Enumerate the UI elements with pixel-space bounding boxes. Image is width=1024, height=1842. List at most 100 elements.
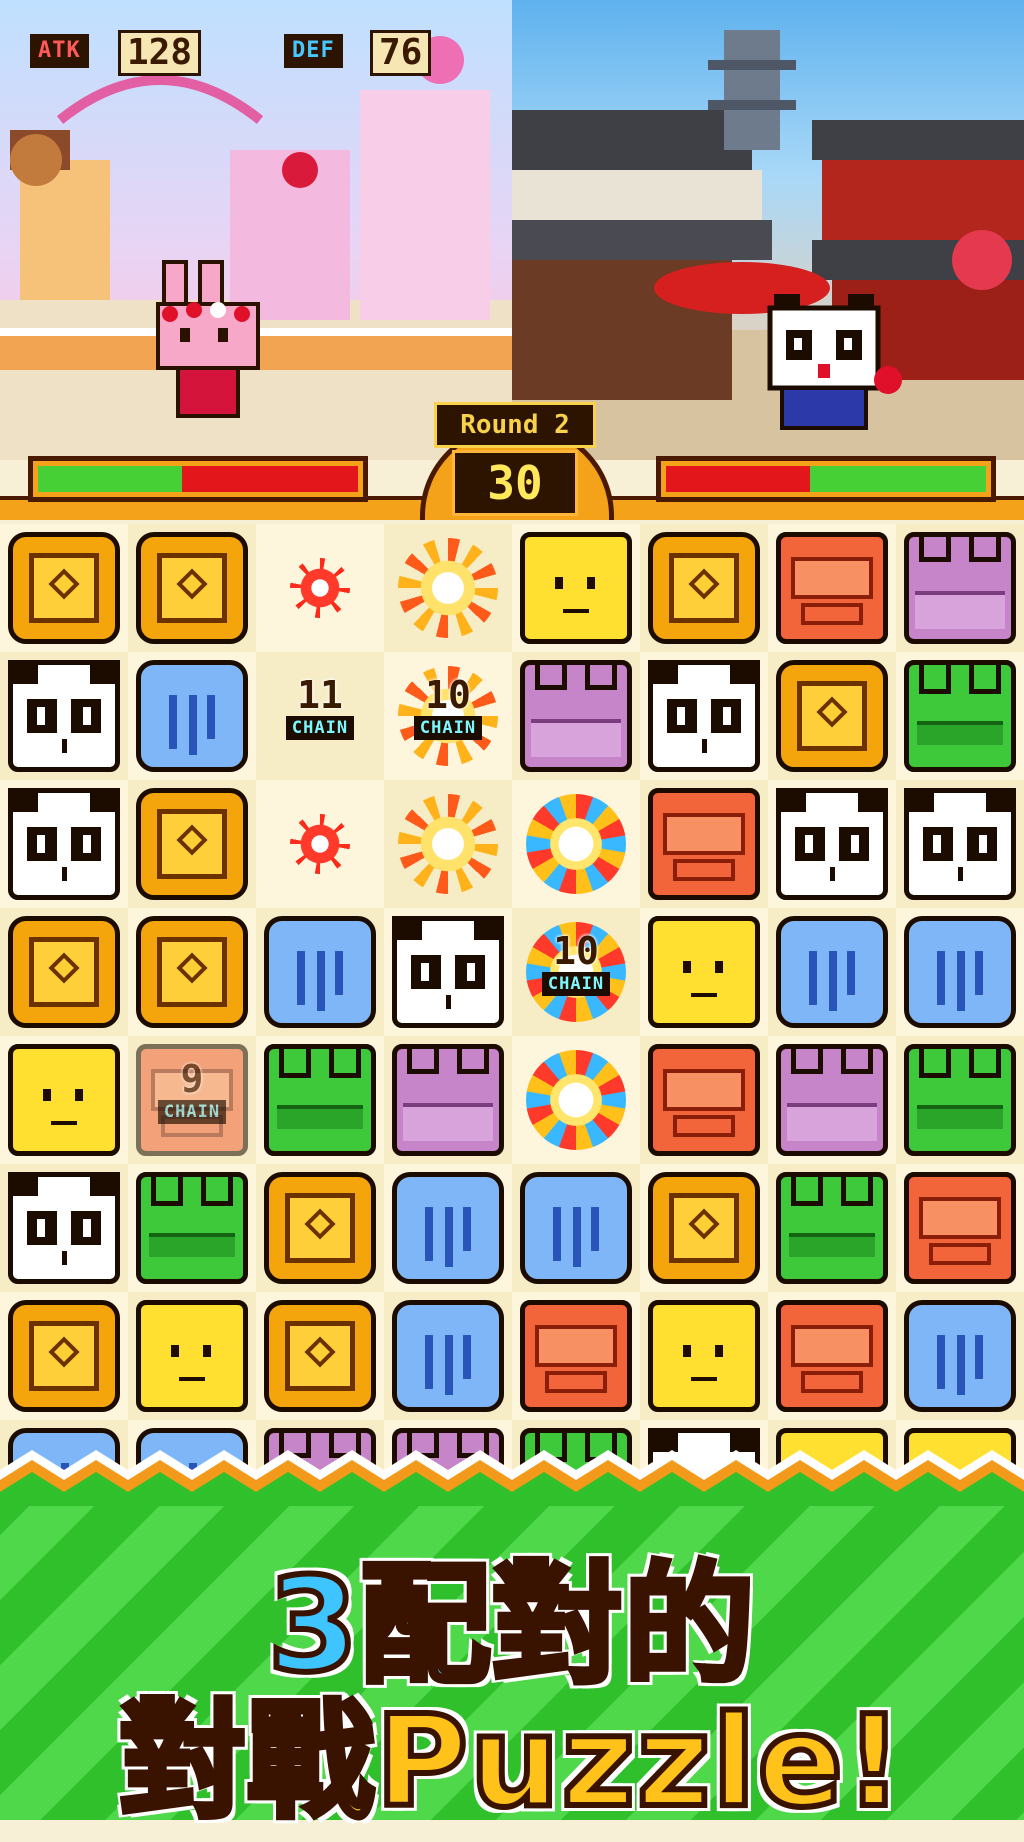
spark-big-effect[interactable] [384,780,512,908]
elephant-tile[interactable] [384,1292,512,1420]
banner-zigzag-edge [0,1450,1024,1506]
giraffe-icon [8,1044,120,1156]
strawberry-bunny-character [156,260,260,418]
monkey-icon [776,532,888,644]
panda-icon [392,916,504,1028]
chain-indicator: 10 CHAIN [526,930,626,996]
elephant-tile[interactable] [256,908,384,1036]
lion-tile[interactable] [256,1164,384,1292]
frog-tile[interactable] [896,652,1024,780]
monkey-icon [648,788,760,900]
chain-cell[interactable]: 10 CHAIN [512,908,640,1036]
lion-icon [8,916,120,1028]
giraffe-icon [136,1300,248,1412]
lion-tile[interactable] [640,1164,768,1292]
lion-tile[interactable] [640,524,768,652]
elephant-tile[interactable] [896,908,1024,1036]
lion-icon [648,532,760,644]
spark-small-effect[interactable] [256,524,384,652]
monkey-icon [520,1300,632,1412]
elephant-icon [392,1172,504,1284]
frog-icon [904,1044,1016,1156]
panda-tile[interactable] [0,780,128,908]
monkey-icon [648,1044,760,1156]
lion-tile[interactable] [128,780,256,908]
chain-indicator: 10 CHAIN [398,674,498,740]
elephant-tile[interactable] [128,652,256,780]
lion-tile[interactable] [0,1292,128,1420]
lion-icon [136,532,248,644]
elephant-icon [392,1300,504,1412]
enemy-hp-fill [810,466,986,492]
frog-tile[interactable] [128,1164,256,1292]
hippo-tile[interactable] [768,1036,896,1164]
panda-tile[interactable] [0,652,128,780]
panda-tile[interactable] [768,780,896,908]
panda-tile[interactable] [384,908,512,1036]
panda-icon [904,788,1016,900]
panda-tile[interactable] [0,1164,128,1292]
hippo-tile[interactable] [512,652,640,780]
lion-tile[interactable] [768,652,896,780]
chain-cell[interactable]: 9 CHAIN [128,1036,256,1164]
player-hp-bar [28,456,368,502]
battle-area: ATK 128 DEF 76 Round 2 30 [0,0,1024,520]
spark-small-effect[interactable] [256,780,384,908]
elephant-icon [136,660,248,772]
panda-tile[interactable] [640,652,768,780]
lion-icon [8,532,120,644]
chain-cell[interactable]: 11 CHAIN [256,652,384,780]
lion-tile[interactable] [0,524,128,652]
ring-effect[interactable] [512,780,640,908]
monkey-tile[interactable] [768,524,896,652]
panda-character [767,294,902,430]
spark-big-effect[interactable] [384,524,512,652]
elephant-tile[interactable] [512,1164,640,1292]
elephant-icon [904,1300,1016,1412]
hippo-icon [904,532,1016,644]
player-scene: ATK 128 DEF 76 [0,0,512,460]
elephant-tile[interactable] [384,1164,512,1292]
monkey-tile[interactable] [512,1292,640,1420]
hippo-icon [776,1044,888,1156]
elephant-tile[interactable] [896,1292,1024,1420]
chain-cell[interactable]: 10 CHAIN [384,652,512,780]
hippo-icon [520,660,632,772]
lion-icon [8,1300,120,1412]
hippo-tile[interactable] [896,524,1024,652]
lion-tile[interactable] [128,908,256,1036]
elephant-tile[interactable] [768,908,896,1036]
ring-effect[interactable] [512,1036,640,1164]
giraffe-tile[interactable] [640,908,768,1036]
frog-icon [776,1172,888,1284]
giraffe-tile[interactable] [128,1292,256,1420]
hippo-tile[interactable] [384,1036,512,1164]
panda-tile[interactable] [896,780,1024,908]
giraffe-icon [520,532,632,644]
monkey-tile[interactable] [640,780,768,908]
lion-tile[interactable] [256,1292,384,1420]
lion-icon [264,1172,376,1284]
giraffe-tile[interactable] [0,1036,128,1164]
frog-tile[interactable] [768,1164,896,1292]
monkey-icon [776,1300,888,1412]
elephant-icon [264,916,376,1028]
giraffe-icon [648,1300,760,1412]
round-label: Round 2 [434,402,596,448]
banner-title-line2: 對戰Puzzle! [117,1685,906,1838]
lion-tile[interactable] [128,524,256,652]
puzzle-board: 11 CHAIN 10 CHAIN 10 CHAIN 9 CHAIN [0,524,1024,1548]
frog-icon [136,1172,248,1284]
monkey-tile[interactable] [896,1164,1024,1292]
monkey-tile[interactable] [640,1036,768,1164]
frog-icon [904,660,1016,772]
frog-tile[interactable] [896,1036,1024,1164]
elephant-icon [520,1172,632,1284]
monkey-tile[interactable] [768,1292,896,1420]
panda-icon [8,1172,120,1284]
giraffe-tile[interactable] [640,1292,768,1420]
giraffe-tile[interactable] [512,524,640,652]
lion-tile[interactable] [0,908,128,1036]
frog-icon [264,1044,376,1156]
frog-tile[interactable] [256,1036,384,1164]
